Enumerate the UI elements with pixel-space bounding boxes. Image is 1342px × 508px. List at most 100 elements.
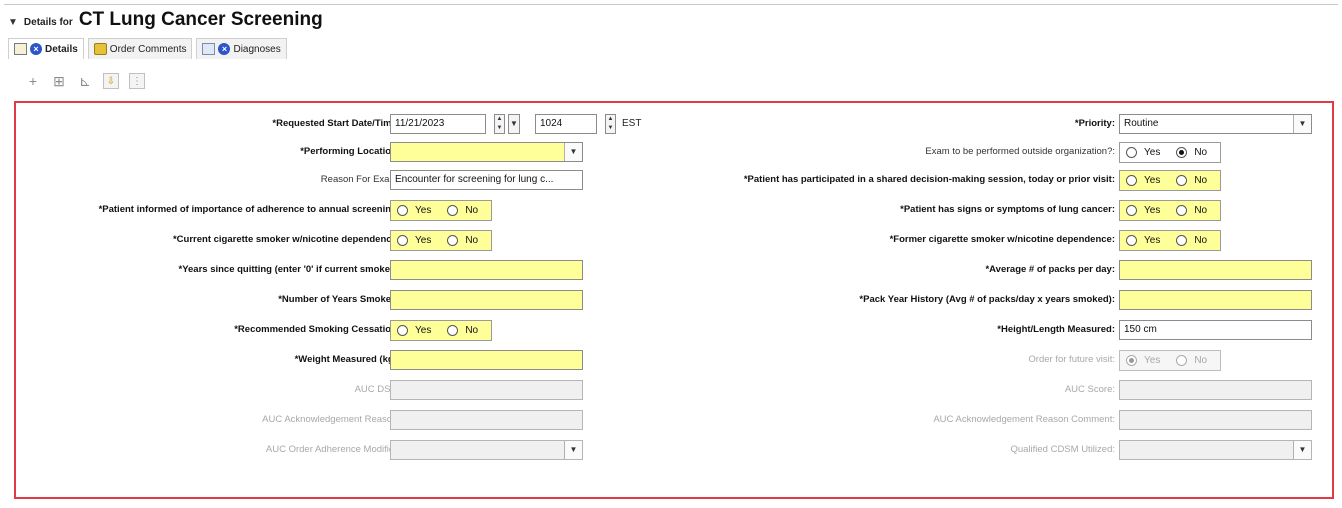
- chevron-down-icon: ▼: [1293, 441, 1311, 459]
- auc-ack-reason-field: [390, 410, 583, 430]
- radio-label: Yes: [415, 235, 432, 246]
- options-icon[interactable]: ⋮: [129, 73, 145, 89]
- next-required-icon[interactable]: ⇩: [103, 73, 119, 89]
- pack-year-history-field[interactable]: [1119, 290, 1312, 310]
- auc-ack-comment-label: AUC Acknowledgement Reason Comment:: [933, 414, 1115, 425]
- details-tab-icon: [14, 43, 27, 55]
- tab-diagnoses[interactable]: × Diagnoses: [196, 38, 287, 59]
- auc-ack-reason-label: AUC Acknowledgement Reason:: [262, 414, 400, 425]
- radio-button[interactable]: [1126, 235, 1137, 246]
- toolbar: + ⊞ ⊾ ⇩ ⋮: [25, 72, 145, 90]
- current-smoker-radio-group: Yes No: [390, 230, 492, 251]
- radio-no[interactable]: No: [1176, 175, 1207, 186]
- radio-button[interactable]: [447, 325, 459, 336]
- start-datetime-label: *Requested Start Date/Time:: [272, 118, 400, 129]
- tab-bar: × Details Order Comments × Diagnoses: [8, 38, 287, 59]
- radio-no[interactable]: No: [447, 235, 478, 246]
- auc-score-field: [1119, 380, 1312, 400]
- comment-icon: [93, 43, 107, 55]
- outside-org-label: Exam to be performed outside organizatio…: [925, 146, 1115, 157]
- radio-yes[interactable]: Yes: [397, 325, 431, 336]
- years-since-quitting-field[interactable]: [390, 260, 583, 280]
- hierarchy-icon[interactable]: ⊞: [51, 73, 67, 89]
- reason-for-exam-field[interactable]: Encounter for screening for lung c...: [390, 170, 583, 190]
- smoking-cessation-radio-group: Yes No: [390, 320, 492, 341]
- radio-button[interactable]: [1126, 175, 1137, 186]
- tab-details[interactable]: × Details: [8, 38, 84, 59]
- radio-no[interactable]: No: [1176, 205, 1207, 216]
- priority-value: Routine: [1124, 118, 1159, 129]
- radio-yes[interactable]: Yes: [1126, 147, 1160, 158]
- add-icon[interactable]: +: [25, 73, 41, 89]
- start-time-field[interactable]: 1024: [535, 114, 597, 134]
- radio-yes[interactable]: Yes: [397, 235, 431, 246]
- radio-button[interactable]: [1176, 175, 1188, 186]
- radio-button[interactable]: [397, 325, 408, 336]
- cdsm-utilized-select: ▼: [1119, 440, 1312, 460]
- radio-yes: Yes: [1126, 355, 1160, 366]
- radio-button[interactable]: [397, 235, 408, 246]
- radio-button: [1176, 355, 1188, 366]
- informed-adherence-radio-group: Yes No: [390, 200, 492, 221]
- radio-yes[interactable]: Yes: [1126, 235, 1160, 246]
- radio-button[interactable]: [1126, 205, 1137, 216]
- radio-label: Yes: [1144, 355, 1161, 366]
- radio-button-selected[interactable]: [1176, 147, 1188, 158]
- radio-no[interactable]: No: [447, 325, 478, 336]
- cdsm-utilized-label: Qualified CDSM Utilized:: [1010, 444, 1115, 455]
- calendar-dropdown-icon[interactable]: ▼: [508, 114, 520, 134]
- radio-no[interactable]: No: [1176, 235, 1207, 246]
- tab-order-comments[interactable]: Order Comments: [87, 38, 193, 59]
- radio-yes[interactable]: Yes: [1126, 175, 1160, 186]
- chart-icon[interactable]: ⊾: [77, 73, 93, 89]
- auc-modifier-select: ▼: [390, 440, 583, 460]
- signs-symptoms-radio-group: Yes No: [1119, 200, 1221, 221]
- future-visit-label: Order for future visit:: [1028, 354, 1115, 365]
- years-smoked-field[interactable]: [390, 290, 583, 310]
- performing-location-select[interactable]: ▼: [390, 142, 583, 162]
- chevron-down-icon[interactable]: ▼: [564, 143, 582, 161]
- required-missing-icon: ×: [218, 43, 231, 55]
- radio-button[interactable]: [1176, 235, 1188, 246]
- weight-field[interactable]: [390, 350, 583, 370]
- radio-no[interactable]: No: [447, 205, 478, 216]
- radio-label: No: [465, 205, 479, 216]
- former-smoker-label: *Former cigarette smoker w/nicotine depe…: [889, 234, 1115, 245]
- diagnoses-icon: [202, 43, 216, 55]
- radio-button[interactable]: [1126, 147, 1137, 158]
- radio-button[interactable]: [447, 205, 459, 216]
- auc-dsn-field: [390, 380, 583, 400]
- auc-score-label: AUC Score:: [1064, 384, 1115, 395]
- pack-year-history-label: *Pack Year History (Avg # of packs/day x…: [859, 294, 1115, 305]
- date-spinner[interactable]: ▲ ▼: [494, 114, 505, 134]
- details-header: ▼ Details for CT Lung Cancer Screening: [8, 9, 323, 31]
- collapse-toggle-icon[interactable]: ▼: [8, 17, 18, 28]
- radio-label: Yes: [1144, 175, 1161, 186]
- weight-label: *Weight Measured (kg):: [294, 354, 400, 365]
- time-spinner[interactable]: ▲ ▼: [605, 114, 616, 134]
- radio-yes[interactable]: Yes: [397, 205, 431, 216]
- reason-for-exam-label: Reason For Exam:: [320, 174, 400, 185]
- radio-no: No: [1176, 355, 1207, 366]
- years-smoked-label: *Number of Years Smoked:: [278, 294, 400, 305]
- signs-symptoms-label: *Patient has signs or symptoms of lung c…: [900, 204, 1115, 215]
- radio-yes[interactable]: Yes: [1126, 205, 1160, 216]
- start-date-field[interactable]: 11/21/2023: [390, 114, 486, 134]
- avg-packs-field[interactable]: [1119, 260, 1312, 280]
- radio-no[interactable]: No: [1176, 147, 1207, 158]
- radio-button[interactable]: [1176, 205, 1188, 216]
- required-missing-icon: ×: [30, 43, 42, 55]
- radio-label: Yes: [1144, 235, 1161, 246]
- radio-button-selected: [1126, 355, 1137, 366]
- chevron-down-icon[interactable]: ▼: [1293, 115, 1311, 133]
- priority-label: *Priority:: [1074, 118, 1115, 129]
- height-field[interactable]: 150 cm: [1119, 320, 1312, 340]
- radio-label: No: [465, 325, 479, 336]
- radio-label: Yes: [415, 205, 432, 216]
- radio-button[interactable]: [447, 235, 459, 246]
- years-since-quitting-label: *Years since quitting (enter '0' if curr…: [178, 264, 401, 275]
- details-form-frame: *Requested Start Date/Time: 11/21/2023 ▲…: [14, 101, 1334, 499]
- radio-button[interactable]: [397, 205, 408, 216]
- priority-select[interactable]: Routine ▼: [1119, 114, 1312, 134]
- details-prefix: Details for: [23, 17, 73, 28]
